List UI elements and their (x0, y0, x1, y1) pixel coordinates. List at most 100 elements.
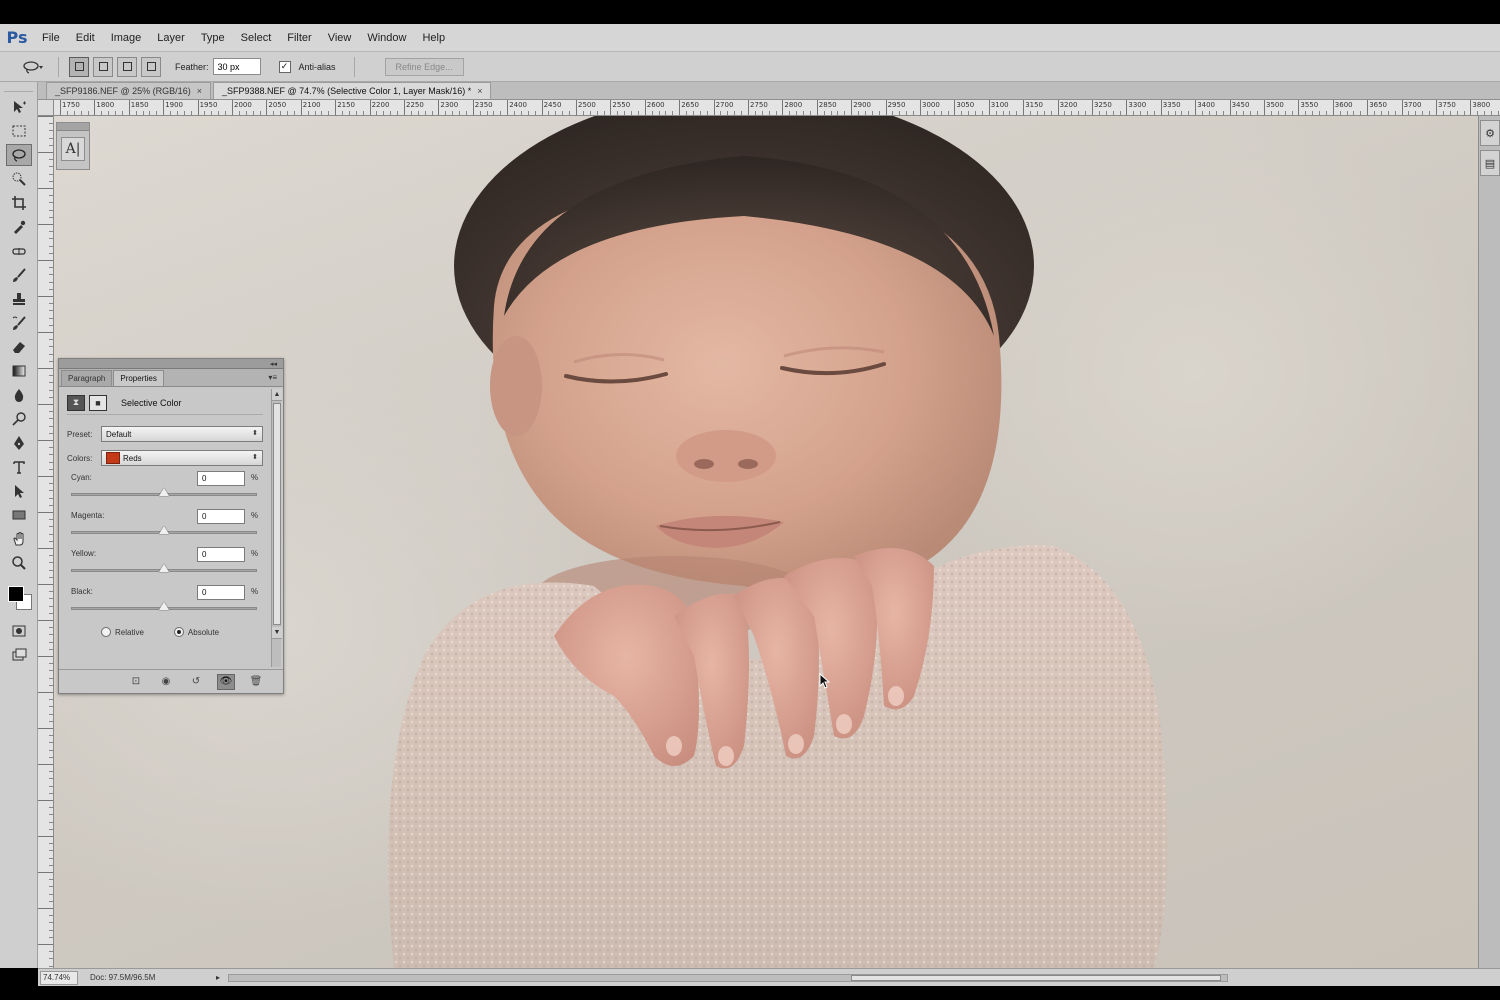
preset-select[interactable]: Default ⬍ (101, 426, 263, 442)
menu-window[interactable]: Window (359, 32, 414, 44)
colors-select[interactable]: Reds ⬍ (101, 450, 263, 466)
zoom-level[interactable]: 74.74% (40, 970, 78, 985)
screen-mode-icon[interactable] (6, 644, 32, 666)
slider-knob[interactable] (159, 488, 169, 496)
healing-brush-tool-icon[interactable] (6, 240, 32, 262)
document-tab-active[interactable]: _SFP9388.NEF @ 74.7% (Selective Color 1,… (212, 82, 492, 99)
panel-toggle-icon[interactable]: ▤ (1480, 150, 1500, 176)
slider-knob[interactable] (159, 602, 169, 610)
type-tool-icon[interactable] (6, 456, 32, 478)
color-swatches[interactable] (4, 580, 34, 614)
quick-mask-icon[interactable] (6, 620, 32, 642)
path-selection-tool-icon[interactable] (6, 480, 32, 502)
ruler-minor-tick (49, 555, 53, 557)
horizontal-ruler[interactable]: 1750 1800 1850 1900 1950 2000 2050 2100 2150 2200… (54, 100, 1500, 116)
menu-select[interactable]: Select (233, 32, 280, 44)
lasso-tool-preset-icon[interactable] (18, 56, 48, 78)
slider-value-input[interactable]: 0 (197, 471, 245, 486)
close-icon[interactable]: × (477, 86, 482, 96)
antialias-checkbox[interactable]: ✓ (278, 60, 291, 73)
panel-menu-icon[interactable]: ▾≡ (268, 373, 277, 382)
scroll-thumb[interactable] (273, 403, 281, 625)
absolute-radio[interactable]: Absolute (173, 627, 219, 637)
menu-file[interactable]: File (34, 32, 68, 44)
menu-image[interactable]: Image (103, 32, 150, 44)
menu-view[interactable]: View (320, 32, 360, 44)
horizontal-scrollbar[interactable] (228, 973, 1229, 982)
collapse-icon[interactable]: ◂◂ (270, 360, 277, 368)
refine-edge-button[interactable]: Refine Edge... (384, 57, 464, 76)
menu-layer[interactable]: Layer (149, 32, 193, 44)
character-panel-icon[interactable]: A| (61, 137, 85, 161)
quick-selection-tool-icon[interactable] (6, 168, 32, 190)
panel-titlebar[interactable]: ◂◂ (59, 359, 283, 369)
tab-paragraph[interactable]: Paragraph (61, 370, 113, 386)
close-icon[interactable]: × (197, 86, 202, 96)
new-selection-button[interactable] (69, 56, 89, 77)
subtract-from-selection-button[interactable] (117, 56, 137, 77)
app-logo: Ps (6, 28, 28, 47)
toolbar-grip[interactable] (4, 84, 33, 92)
eraser-tool-icon[interactable] (6, 336, 32, 358)
brush-tool-icon[interactable] (6, 264, 32, 286)
panel-grip[interactable] (57, 123, 89, 131)
menu-filter[interactable]: Filter (279, 32, 319, 44)
trash-icon[interactable]: 🗑 (247, 674, 265, 690)
hand-tool-icon[interactable] (6, 528, 32, 550)
ruler-tick-label: 3700 (1403, 101, 1422, 109)
radio-button[interactable] (173, 627, 184, 637)
foreground-color-swatch[interactable] (8, 586, 24, 602)
radio-button[interactable] (101, 627, 111, 637)
history-brush-tool-icon[interactable] (6, 312, 32, 334)
clip-to-layer-icon[interactable]: ⊡ (127, 674, 145, 690)
document-tab[interactable]: _SFP9186.NEF @ 25% (RGB/16) × (46, 82, 211, 99)
slider-value-input[interactable]: 0 (197, 509, 245, 524)
vertical-ruler[interactable] (38, 116, 54, 968)
gradient-tool-icon[interactable] (6, 360, 32, 382)
adjustment-layer-icon[interactable]: ⧗ (67, 394, 85, 411)
layer-mask-icon[interactable]: ■ (89, 394, 107, 411)
pen-tool-icon[interactable] (6, 432, 32, 454)
slider-value-input[interactable]: 0 (197, 547, 245, 562)
menu-help[interactable]: Help (414, 32, 453, 44)
ruler-tick (38, 224, 53, 225)
ruler-minor-tick (410, 111, 412, 115)
lasso-tool-icon[interactable] (6, 144, 32, 166)
relative-radio[interactable]: Relative (101, 627, 144, 637)
reset-icon[interactable]: ↺ (187, 674, 205, 690)
ruler-origin[interactable] (38, 100, 54, 116)
menu-edit[interactable]: Edit (68, 32, 103, 44)
move-tool-icon[interactable] (6, 96, 32, 118)
ruler-minor-tick (342, 111, 344, 115)
scroll-up-icon[interactable]: ▲ (272, 389, 282, 401)
view-previous-state-icon[interactable]: ◉ (157, 674, 175, 690)
feather-input[interactable] (212, 58, 261, 75)
marquee-tool-icon[interactable] (6, 120, 32, 142)
panel-scrollbar[interactable]: ▲ ▼ (271, 389, 282, 667)
intersect-selection-button[interactable] (141, 56, 161, 77)
zoom-tool-icon[interactable] (6, 552, 32, 574)
chevron-right-icon[interactable]: ▸ (216, 973, 220, 982)
crop-tool-icon[interactable] (6, 192, 32, 214)
menu-type[interactable]: Type (193, 32, 233, 44)
slider-value-input[interactable]: 0 (197, 585, 245, 600)
slider-knob[interactable] (159, 564, 169, 572)
ruler-minor-tick (49, 965, 53, 967)
dodge-tool-icon[interactable] (6, 408, 32, 430)
ruler-tick-label: 1850 (130, 101, 149, 109)
ruler-minor-tick (1105, 111, 1107, 115)
rectangle-tool-icon[interactable] (6, 504, 32, 526)
panel-toggle-icon[interactable]: ⚙ (1480, 120, 1500, 146)
clone-stamp-tool-icon[interactable] (6, 288, 32, 310)
document-info[interactable]: Doc: 97.5M/96.5M (90, 973, 210, 982)
scroll-thumb[interactable] (851, 974, 1222, 981)
add-to-selection-button[interactable] (93, 56, 113, 77)
scroll-down-icon[interactable]: ▼ (272, 627, 282, 639)
slider-knob[interactable] (159, 526, 169, 534)
tab-properties[interactable]: Properties (113, 370, 164, 386)
properties-panel: ◂◂ Paragraph Properties ▾≡ ⧗ ■ Selective… (58, 358, 284, 694)
visibility-eye-icon[interactable]: 👁 (217, 673, 235, 690)
blur-tool-icon[interactable] (6, 384, 32, 406)
ruler-minor-tick (603, 111, 605, 115)
eyedropper-tool-icon[interactable] (6, 216, 32, 238)
